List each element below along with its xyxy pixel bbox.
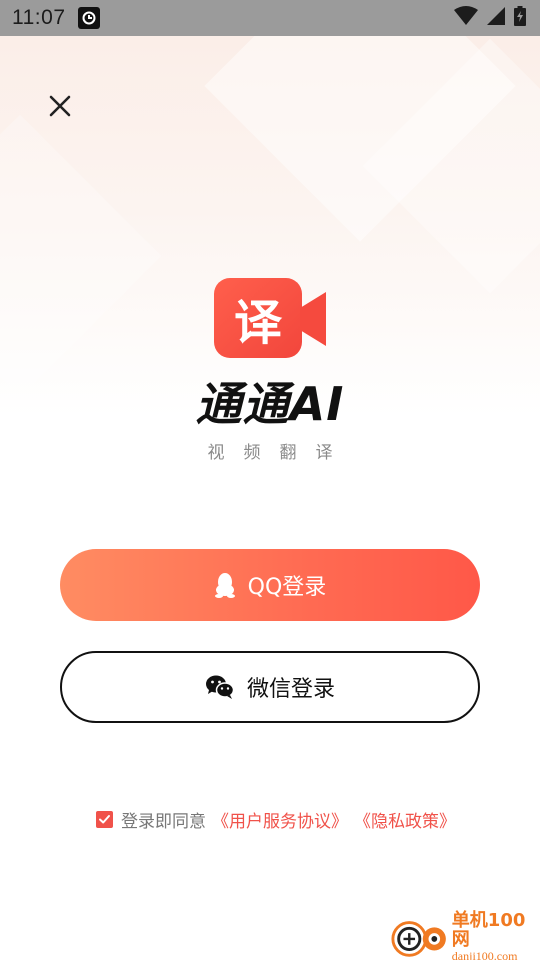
wechat-login-label: 微信登录 bbox=[246, 677, 335, 702]
app-title: 通通AI bbox=[195, 377, 345, 431]
agreement-row: 登录即同意 《用户服务协议》 《隐私政策》 bbox=[96, 806, 456, 832]
qq-penguin-icon bbox=[214, 572, 236, 598]
terms-link[interactable]: 《用户服务协议》 bbox=[212, 807, 348, 832]
battery-charging-icon bbox=[514, 6, 526, 30]
agreement-prefix: 登录即同意 bbox=[121, 811, 206, 832]
close-button[interactable] bbox=[42, 88, 78, 124]
watermark-cn: 单机100网 bbox=[451, 909, 526, 950]
status-bar: 11:07 bbox=[0, 0, 540, 36]
app-logo: 译 bbox=[212, 276, 330, 362]
check-icon bbox=[99, 814, 110, 823]
agreement-checkbox[interactable] bbox=[96, 810, 113, 828]
app-notification-icon bbox=[77, 7, 100, 29]
wechat-icon bbox=[205, 674, 235, 700]
status-icons bbox=[454, 6, 526, 30]
app-subtitle: 视频翻译 bbox=[207, 443, 352, 463]
privacy-link[interactable]: 《隐私政策》 bbox=[354, 807, 456, 832]
close-icon bbox=[49, 95, 71, 117]
watermark: 单机100网 danji100.com bbox=[390, 909, 540, 960]
watermark-en: danji100.com bbox=[451, 948, 518, 960]
wifi-icon bbox=[454, 6, 478, 30]
qq-login-button[interactable]: QQ登录 bbox=[60, 549, 480, 621]
qq-login-label: QQ登录 bbox=[247, 575, 327, 600]
signal-icon bbox=[486, 6, 506, 30]
status-time: 11:07 bbox=[12, 6, 66, 29]
logo-badge-text: 译 bbox=[233, 295, 282, 351]
watermark-logo-icon bbox=[391, 921, 446, 957]
wechat-login-button[interactable]: 微信登录 bbox=[60, 651, 480, 723]
watermark-text: 单机100网 danji100.com bbox=[451, 909, 540, 960]
